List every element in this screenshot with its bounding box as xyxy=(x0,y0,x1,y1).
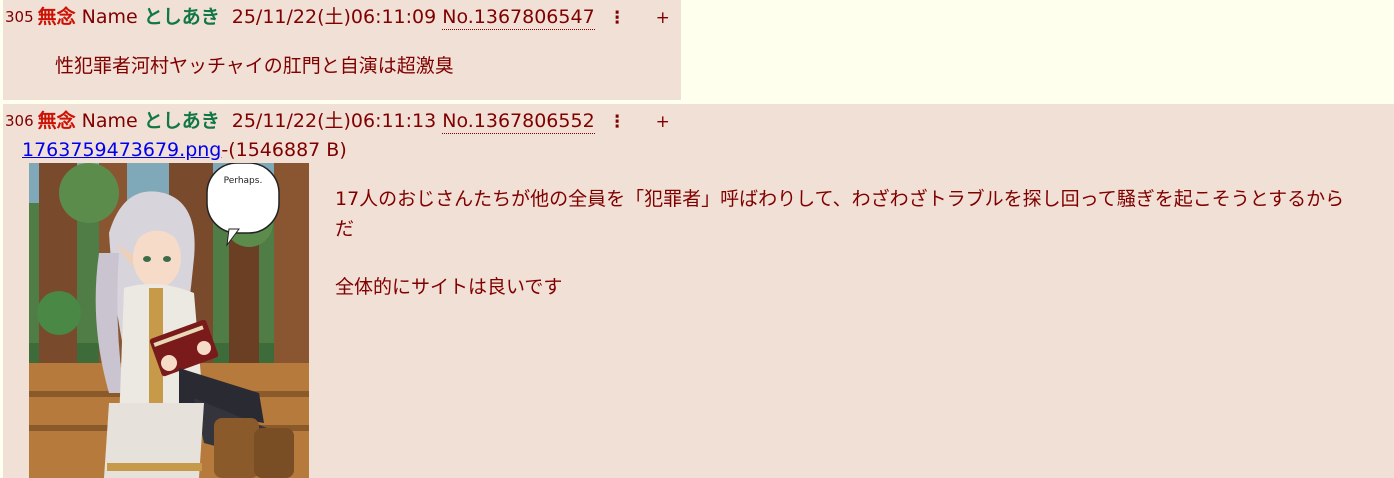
comment-line-break xyxy=(335,244,1345,272)
file-name-link[interactable]: 1763759473679.png xyxy=(22,139,221,161)
post-header: 306 無念 Name としあき 25/11/22(土)06:11:13 No.13678… xyxy=(5,109,670,134)
file-size: (1546887 B) xyxy=(228,139,347,161)
post-number-link[interactable]: No.1367806547 xyxy=(442,6,595,30)
file-info: 1763759473679.png-(1546887 B) xyxy=(22,138,347,162)
name-label: Name xyxy=(81,110,138,132)
post-305: 305 無念 Name としあき 25/11/22(土)06:11:09 No.13678… xyxy=(3,0,681,100)
comment-line: 17人のおじさんたちが他の全員を「犯罪者」呼ばわりして、わざわざトラブルを探し回… xyxy=(335,188,1345,240)
reply-sequence-number: 306 xyxy=(5,112,34,130)
post-menu-icon[interactable]: ⋮ xyxy=(609,6,626,30)
post-datetime: 25/11/22(土)06:11:09 xyxy=(231,6,437,28)
poster-name: としあき xyxy=(143,6,220,28)
post-comment: 17人のおじさんたちが他の全員を「犯罪者」呼ばわりして、わざわざトラブルを探し回… xyxy=(335,184,1345,302)
poster-name: としあき xyxy=(143,110,220,132)
post-datetime: 25/11/22(土)06:11:13 xyxy=(231,110,437,132)
name-label: Name xyxy=(81,6,138,28)
comment-line: 性犯罪者河村ヤッチャイの肛門と自演は超激臭 xyxy=(55,55,454,77)
post-subject: 無念 xyxy=(37,110,76,132)
reply-sequence-number: 305 xyxy=(5,8,34,26)
plus-button[interactable]: + xyxy=(656,6,670,30)
attached-image-thumbnail[interactable]: Perhaps. xyxy=(29,163,309,478)
post-number-link[interactable]: No.1367806552 xyxy=(442,110,595,134)
post-header: 305 無念 Name としあき 25/11/22(土)06:11:09 No.13678… xyxy=(5,5,670,30)
plus-button[interactable]: + xyxy=(656,110,670,134)
comment-line: 全体的にサイトは良いです xyxy=(335,276,563,298)
post-306: 306 無念 Name としあき 25/11/22(土)06:11:13 No.13678… xyxy=(3,104,1394,478)
post-menu-icon[interactable]: ⋮ xyxy=(609,110,626,134)
anime-girl-reading-illustration: Perhaps. xyxy=(29,163,309,478)
post-subject: 無念 xyxy=(37,6,76,28)
speech-bubble-text: Perhaps. xyxy=(224,176,263,186)
post-comment: 性犯罪者河村ヤッチャイの肛門と自演は超激臭 xyxy=(55,51,454,81)
